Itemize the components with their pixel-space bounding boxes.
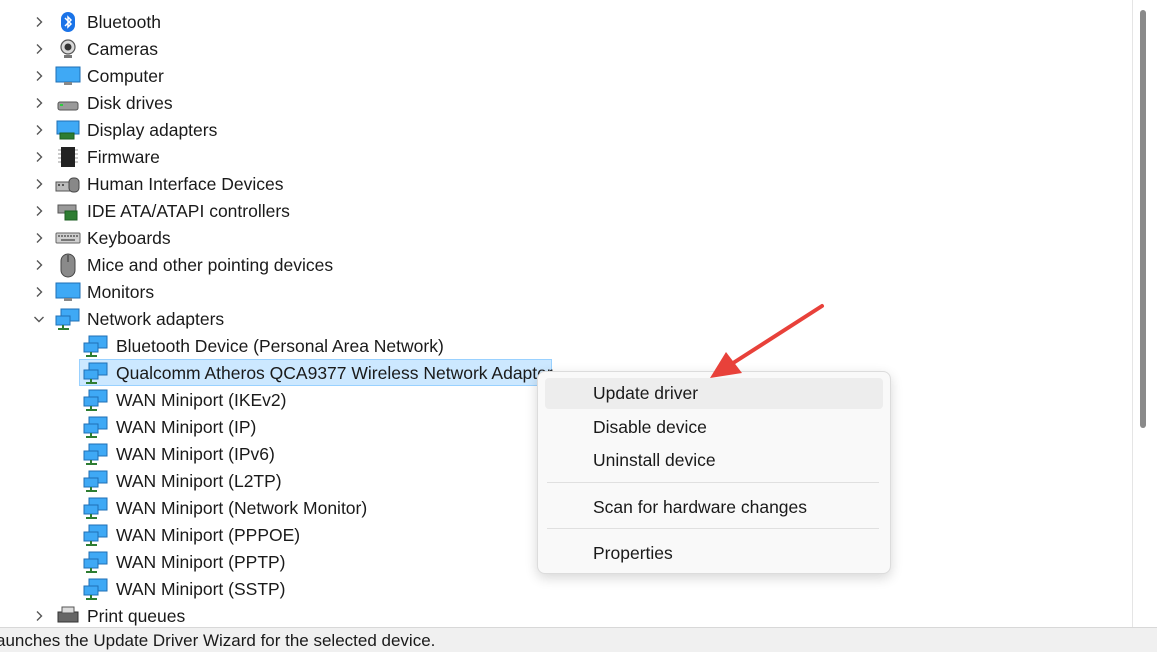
menu-item-properties[interactable]: Properties <box>545 538 883 569</box>
tree-category-label: Network adapters <box>87 309 225 329</box>
tree-category-label: Computer <box>87 66 164 86</box>
chevron-right-icon[interactable] <box>32 231 46 245</box>
network-adapter-icon <box>83 416 109 438</box>
tree-category-label: IDE ATA/ATAPI controllers <box>87 201 290 221</box>
menu-separator <box>547 528 879 529</box>
tree-device-label: WAN Miniport (IKEv2) <box>116 390 287 410</box>
keyboard-icon <box>55 227 81 249</box>
menu-item-scan-hardware[interactable]: Scan for hardware changes <box>545 492 883 523</box>
tree-category-network-adapters[interactable]: Network adapters <box>0 306 500 333</box>
menu-item-label: Properties <box>593 543 673 563</box>
tree-category-display-adapters[interactable]: Display adapters <box>0 117 500 144</box>
monitor-icon <box>55 281 81 303</box>
tree-category-label: Cameras <box>87 39 158 59</box>
tree-device-wan-sstp[interactable]: WAN Miniport (SSTP) <box>0 576 520 603</box>
menu-item-uninstall-device[interactable]: Uninstall device <box>545 445 883 476</box>
mouse-icon <box>58 253 78 278</box>
tree-device-label: WAN Miniport (PPPOE) <box>116 525 301 545</box>
tree-device-bluetooth-pan[interactable]: Bluetooth Device (Personal Area Network) <box>0 333 520 360</box>
tree-category-label: Print queues <box>87 606 186 626</box>
tree-category-mice[interactable]: Mice and other pointing devices <box>0 252 500 279</box>
tree-category-computer[interactable]: Computer <box>0 63 500 90</box>
chevron-right-icon[interactable] <box>32 96 46 110</box>
tree-device-label: Qualcomm Atheros QCA9377 Wireless Networ… <box>116 363 553 383</box>
menu-item-label: Disable device <box>593 417 707 437</box>
tree-category-label: Display adapters <box>87 120 218 140</box>
tree-device-wan-pptp[interactable]: WAN Miniport (PPTP) <box>0 549 520 576</box>
network-adapter-icon <box>83 389 109 411</box>
network-adapter-icon <box>83 497 109 519</box>
network-adapter-icon <box>83 443 109 465</box>
chevron-right-icon[interactable] <box>32 69 46 83</box>
network-adapter-icon <box>83 335 109 357</box>
network-adapter-icon <box>55 308 81 330</box>
network-adapter-icon <box>83 551 109 573</box>
tree-category-label: Human Interface Devices <box>87 174 284 194</box>
vertical-scrollbar[interactable] <box>1133 0 1157 627</box>
chevron-right-icon[interactable] <box>32 285 46 299</box>
annotation-arrow-icon <box>710 304 824 378</box>
tree-device-wan-ip[interactable]: WAN Miniport (IP) <box>0 414 520 441</box>
tree-device-label: WAN Miniport (Network Monitor) <box>116 498 368 518</box>
tree-device-wan-l2tp[interactable]: WAN Miniport (L2TP) <box>0 468 520 495</box>
chevron-right-icon[interactable] <box>32 609 46 623</box>
tree-device-label: Bluetooth Device (Personal Area Network) <box>116 336 444 356</box>
tree-device-label: WAN Miniport (IPv6) <box>116 444 275 464</box>
tree-category-disk-drives[interactable]: Disk drives <box>0 90 500 117</box>
network-adapter-icon <box>83 470 109 492</box>
chevron-right-icon[interactable] <box>32 42 46 56</box>
menu-separator <box>547 482 879 483</box>
tree-category-label: Mice and other pointing devices <box>87 255 334 275</box>
menu-item-disable-device[interactable]: Disable device <box>545 412 883 443</box>
context-menu: Update driver Disable device Uninstall d… <box>537 371 891 574</box>
scrollbar-thumb[interactable] <box>1140 10 1146 428</box>
menu-item-label: Uninstall device <box>593 450 716 470</box>
chevron-right-icon[interactable] <box>32 150 46 164</box>
tree-device-label: WAN Miniport (PPTP) <box>116 552 286 572</box>
tree-category-label: Firmware <box>87 147 160 167</box>
menu-item-label: Scan for hardware changes <box>593 497 808 517</box>
display-adapter-icon <box>55 119 81 141</box>
chevron-right-icon[interactable] <box>32 177 46 191</box>
tree-category-human-interface-devices[interactable]: Human Interface Devices <box>0 171 500 198</box>
chevron-right-icon[interactable] <box>32 204 46 218</box>
tree-category-cameras[interactable]: Cameras <box>0 36 500 63</box>
tree-category-label: Keyboards <box>87 228 171 248</box>
tree-device-label: WAN Miniport (IP) <box>116 417 257 437</box>
network-adapter-icon <box>83 362 109 384</box>
tree-device-qualcomm-wireless[interactable]: Qualcomm Atheros QCA9377 Wireless Networ… <box>0 360 560 387</box>
tree-device-wan-pppoe[interactable]: WAN Miniport (PPPOE) <box>0 522 520 549</box>
tree-category-ide-controllers[interactable]: IDE ATA/ATAPI controllers <box>0 198 500 225</box>
chevron-down-icon[interactable] <box>32 312 46 326</box>
tree-device-wan-ikev2[interactable]: WAN Miniport (IKEv2) <box>0 387 520 414</box>
tree-category-firmware[interactable]: Firmware <box>0 144 500 171</box>
chevron-right-icon[interactable] <box>32 258 46 272</box>
tree-device-label: WAN Miniport (L2TP) <box>116 471 282 491</box>
tree-category-label: Monitors <box>87 282 155 302</box>
chevron-right-icon[interactable] <box>32 123 46 137</box>
disk-drive-icon <box>56 92 80 114</box>
tree-device-label: WAN Miniport (SSTP) <box>116 579 286 599</box>
tree-category-label: Bluetooth <box>87 12 161 32</box>
hid-icon <box>55 173 81 195</box>
network-adapter-icon <box>83 578 109 600</box>
bluetooth-icon <box>57 11 79 33</box>
tree-device-wan-network-monitor[interactable]: WAN Miniport (Network Monitor) <box>0 495 520 522</box>
tree-device-wan-ipv6[interactable]: WAN Miniport (IPv6) <box>0 441 520 468</box>
tree-category-monitors[interactable]: Monitors <box>0 279 500 306</box>
status-text: aunches the Update Driver Wizard for the… <box>0 631 436 650</box>
network-adapter-icon <box>83 524 109 546</box>
tree-category-keyboards[interactable]: Keyboards <box>0 225 500 252</box>
camera-icon <box>57 38 79 60</box>
tree-category-label: Disk drives <box>87 93 173 113</box>
ide-controller-icon <box>56 200 80 222</box>
firmware-icon <box>57 146 79 168</box>
chevron-right-icon[interactable] <box>32 15 46 29</box>
printer-icon <box>56 605 80 627</box>
tree-category-bluetooth[interactable]: Bluetooth <box>0 9 500 36</box>
tree-category-print-queues[interactable]: Print queues <box>0 603 500 627</box>
status-bar: aunches the Update Driver Wizard for the… <box>0 627 1157 652</box>
menu-item-label: Update driver <box>593 383 699 403</box>
computer-icon <box>55 65 81 87</box>
